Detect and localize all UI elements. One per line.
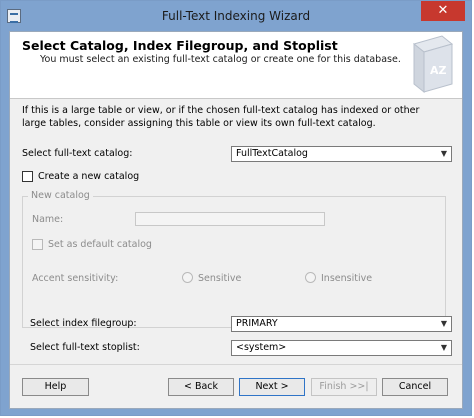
filegroup-select-value: PRIMARY [236, 318, 278, 329]
title-bar[interactable]: Full-Text Indexing Wizard ✕ [1, 1, 471, 31]
info-text: If this is a large table or view, or if … [22, 105, 420, 129]
catalog-name-input[interactable] [135, 212, 325, 226]
catalog-name-label: Name: [32, 214, 64, 225]
catalog-select[interactable]: FullTextCatalog ▼ [231, 146, 452, 162]
wizard-body: Select Catalog, Index Filegroup, and Sto… [9, 31, 463, 409]
help-button[interactable]: Help [22, 378, 89, 396]
button-divider [10, 364, 462, 365]
chevron-down-icon: ▼ [440, 149, 448, 158]
stoplist-select-value: <system> [236, 342, 287, 353]
default-catalog-checkbox[interactable] [32, 239, 43, 250]
wizard-header: Select Catalog, Index Filegroup, and Sto… [10, 32, 462, 99]
sensitive-label: Sensitive [198, 273, 242, 284]
catalog-select-value: FullTextCatalog [236, 148, 308, 159]
book-icon-text: AZ [430, 64, 447, 77]
chevron-down-icon: ▼ [440, 319, 448, 328]
cancel-button[interactable]: Cancel [382, 378, 448, 396]
page-title: Select Catalog, Index Filegroup, and Sto… [22, 38, 338, 53]
insensitive-label: Insensitive [321, 273, 373, 284]
sensitive-radio[interactable] [182, 272, 193, 283]
create-catalog-checkbox[interactable] [22, 171, 33, 182]
insensitive-radio[interactable] [305, 272, 316, 283]
new-catalog-legend: New catalog [28, 190, 93, 201]
filegroup-label: Select index filegroup: [30, 318, 137, 329]
page-subtitle: You must select an existing full-text ca… [40, 54, 401, 65]
create-catalog-label[interactable]: Create a new catalog [38, 171, 139, 182]
finish-button[interactable]: Finish >>| [311, 378, 377, 396]
chevron-down-icon: ▼ [440, 343, 448, 352]
back-button[interactable]: < Back [168, 378, 234, 396]
accent-sensitivity-label: Accent sensitivity: [32, 273, 119, 284]
window-title: Full-Text Indexing Wizard [161, 9, 311, 23]
filegroup-select[interactable]: PRIMARY ▼ [231, 316, 452, 332]
next-button[interactable]: Next > [239, 378, 305, 396]
close-button[interactable]: ✕ [421, 1, 465, 21]
stoplist-select[interactable]: <system> ▼ [231, 340, 452, 356]
wizard-window: Full-Text Indexing Wizard ✕ Select Catal… [0, 0, 472, 416]
catalog-label: Select full-text catalog: [22, 148, 133, 159]
stoplist-label: Select full-text stoplist: [30, 342, 140, 353]
default-catalog-label: Set as default catalog [48, 239, 152, 250]
dictionary-book-icon: AZ [412, 35, 454, 94]
